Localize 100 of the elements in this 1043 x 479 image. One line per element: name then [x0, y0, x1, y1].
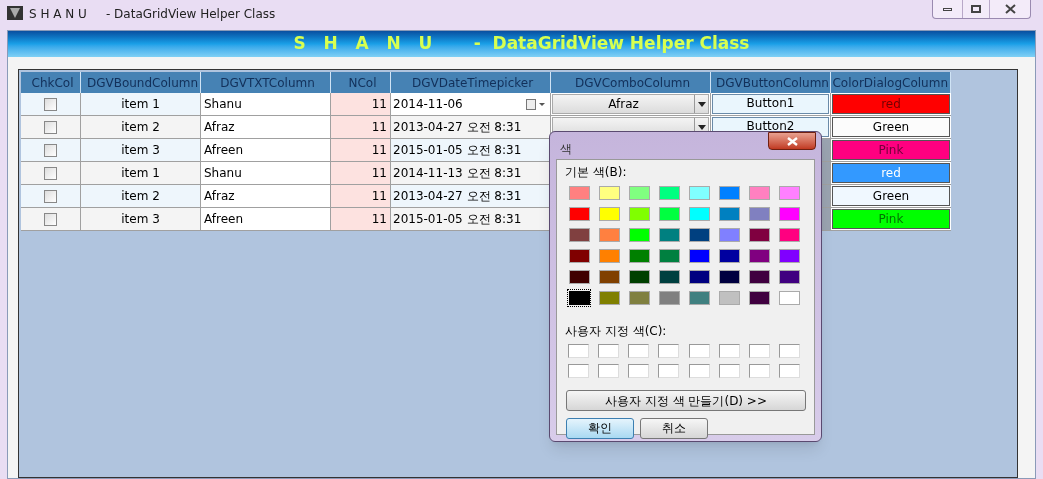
color-swatch[interactable] — [779, 186, 801, 200]
color-swatch[interactable] — [689, 207, 710, 221]
color-cell[interactable]: red — [832, 94, 950, 114]
custom-color-swatch[interactable] — [568, 344, 589, 358]
color-swatch[interactable] — [658, 291, 680, 305]
color-swatch[interactable] — [749, 249, 771, 263]
color-swatch[interactable] — [719, 291, 741, 305]
calendar-dropdown-icon[interactable] — [526, 98, 546, 110]
window-title: S H A N U - DataGridView Helper Class — [29, 6, 276, 23]
custom-color-swatch[interactable] — [658, 344, 680, 358]
checkbox[interactable] — [44, 189, 57, 203]
color-swatch[interactable] — [779, 270, 801, 284]
color-swatch[interactable] — [658, 270, 680, 284]
color-swatch[interactable] — [628, 270, 650, 284]
color-swatch[interactable] — [568, 207, 590, 221]
custom-color-swatch[interactable] — [598, 364, 620, 378]
color-swatch[interactable] — [689, 270, 710, 284]
checkbox[interactable] — [44, 212, 57, 226]
table-cell: 11 — [331, 208, 391, 231]
custom-color-swatch[interactable] — [688, 344, 710, 358]
color-swatch[interactable] — [628, 291, 650, 305]
color-swatch[interactable] — [689, 228, 710, 242]
color-swatch[interactable] — [689, 291, 710, 305]
checkbox[interactable] — [44, 97, 57, 111]
column-header[interactable]: NCol — [331, 72, 391, 93]
color-swatch[interactable] — [658, 207, 680, 221]
color-swatch[interactable] — [779, 291, 801, 305]
color-swatch[interactable] — [598, 291, 620, 305]
color-swatch[interactable] — [568, 270, 590, 284]
custom-color-swatch[interactable] — [718, 364, 740, 378]
checkbox[interactable] — [44, 120, 57, 134]
define-custom-colors-button[interactable]: 사용자 지정 색 만들기(D) >> — [566, 390, 806, 411]
close-icon — [786, 136, 798, 146]
color-swatch[interactable] — [779, 228, 801, 242]
color-swatch[interactable] — [779, 249, 801, 263]
color-swatch[interactable] — [719, 228, 741, 242]
custom-color-swatch[interactable] — [688, 364, 710, 378]
custom-color-swatch[interactable] — [568, 364, 589, 378]
color-swatch[interactable] — [598, 270, 620, 284]
color-swatch[interactable] — [689, 249, 710, 263]
column-header[interactable]: ColorDialogColumn — [831, 72, 951, 93]
custom-color-swatch[interactable] — [658, 364, 680, 378]
cancel-button[interactable]: 취소 — [640, 417, 708, 439]
color-cell[interactable]: red — [832, 163, 950, 183]
color-swatch[interactable] — [689, 186, 710, 200]
column-header[interactable]: DGVComboColumn — [551, 72, 711, 93]
table-cell: Afreen — [201, 139, 331, 162]
column-header[interactable]: DGVTXTColumn — [201, 72, 331, 93]
custom-color-swatch[interactable] — [778, 344, 800, 358]
color-cell[interactable]: Green — [832, 117, 950, 137]
color-swatch[interactable] — [628, 228, 650, 242]
color-swatch[interactable] — [568, 249, 590, 263]
color-swatch[interactable] — [719, 270, 741, 284]
column-header[interactable]: DGVDateTimepicker — [391, 72, 551, 93]
date-cell: 2014-11-06 — [391, 93, 551, 116]
custom-color-swatch[interactable] — [718, 344, 740, 358]
color-swatch[interactable] — [749, 228, 771, 242]
color-swatch[interactable] — [598, 228, 620, 242]
color-swatch[interactable] — [598, 249, 620, 263]
custom-color-swatch[interactable] — [628, 344, 650, 358]
grid-button[interactable]: Button1 — [712, 94, 829, 114]
color-swatch[interactable] — [719, 207, 741, 221]
color-cell[interactable]: Pink — [832, 140, 950, 160]
date-cell: 2013-04-27 오전 8:31 — [391, 185, 551, 208]
custom-color-swatch[interactable] — [628, 364, 650, 378]
color-cell[interactable]: Pink — [832, 209, 950, 229]
color-swatch[interactable] — [749, 186, 771, 200]
color-swatch[interactable] — [719, 249, 741, 263]
color-swatch[interactable] — [658, 228, 680, 242]
combo-box[interactable]: Afraz — [552, 94, 709, 114]
section-label: 사용자 지정 색(C): — [565, 323, 668, 340]
checkbox[interactable] — [44, 143, 57, 157]
color-swatch[interactable] — [568, 291, 590, 305]
close-button[interactable] — [768, 132, 816, 150]
color-swatch[interactable] — [568, 228, 590, 242]
color-swatch[interactable] — [628, 249, 650, 263]
color-swatch[interactable] — [779, 207, 801, 221]
color-swatch[interactable] — [628, 186, 650, 200]
color-swatch[interactable] — [568, 186, 590, 200]
custom-color-swatch[interactable] — [748, 344, 770, 358]
column-header[interactable]: ChkCol — [21, 72, 81, 93]
ok-button[interactable]: 확인 — [566, 417, 634, 439]
color-swatch[interactable] — [658, 186, 680, 200]
table-cell: item 1 — [81, 162, 201, 185]
color-swatch[interactable] — [719, 186, 741, 200]
color-swatch[interactable] — [749, 270, 771, 284]
color-swatch[interactable] — [749, 207, 771, 221]
color-cell[interactable]: Green — [832, 186, 950, 206]
color-swatch[interactable] — [628, 207, 650, 221]
column-header[interactable]: DGVBoundColumn — [81, 72, 201, 93]
column-header[interactable]: DGVButtonColumn — [711, 72, 831, 93]
dropdown-arrow-icon[interactable] — [694, 95, 708, 113]
color-swatch[interactable] — [749, 291, 771, 305]
checkbox[interactable] — [44, 166, 57, 180]
color-swatch[interactable] — [598, 207, 620, 221]
color-swatch[interactable] — [598, 186, 620, 200]
color-swatch[interactable] — [658, 249, 680, 263]
custom-color-swatch[interactable] — [778, 364, 800, 378]
custom-color-swatch[interactable] — [748, 364, 770, 378]
custom-color-swatch[interactable] — [598, 344, 620, 358]
